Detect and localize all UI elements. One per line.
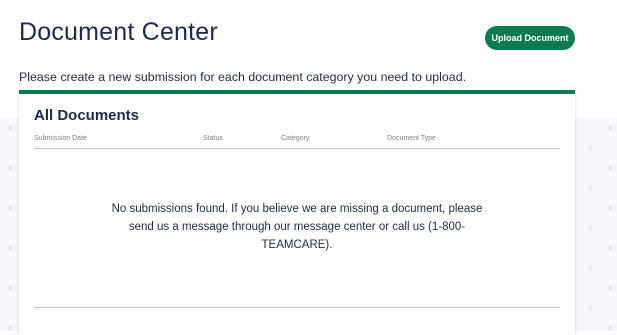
instruction-text: Please create a new submission for each … <box>19 70 467 84</box>
card-title: All Documents <box>34 107 140 124</box>
table-footer-divider <box>34 307 560 308</box>
empty-state-message: No submissions found. If you believe we … <box>111 203 483 251</box>
upload-document-button[interactable]: Upload Document <box>485 26 575 50</box>
column-header-submission-date[interactable]: Submission Date <box>34 135 87 142</box>
page-title: Document Center <box>19 18 218 46</box>
column-header-category[interactable]: Category <box>281 135 309 142</box>
column-header-status[interactable]: Status <box>203 135 223 142</box>
column-header-document-type[interactable]: Document Type <box>387 135 436 142</box>
table-header: Submission Date Status Category Document… <box>34 132 560 149</box>
all-documents-card: All Documents Submission Date Status Cat… <box>19 90 575 335</box>
